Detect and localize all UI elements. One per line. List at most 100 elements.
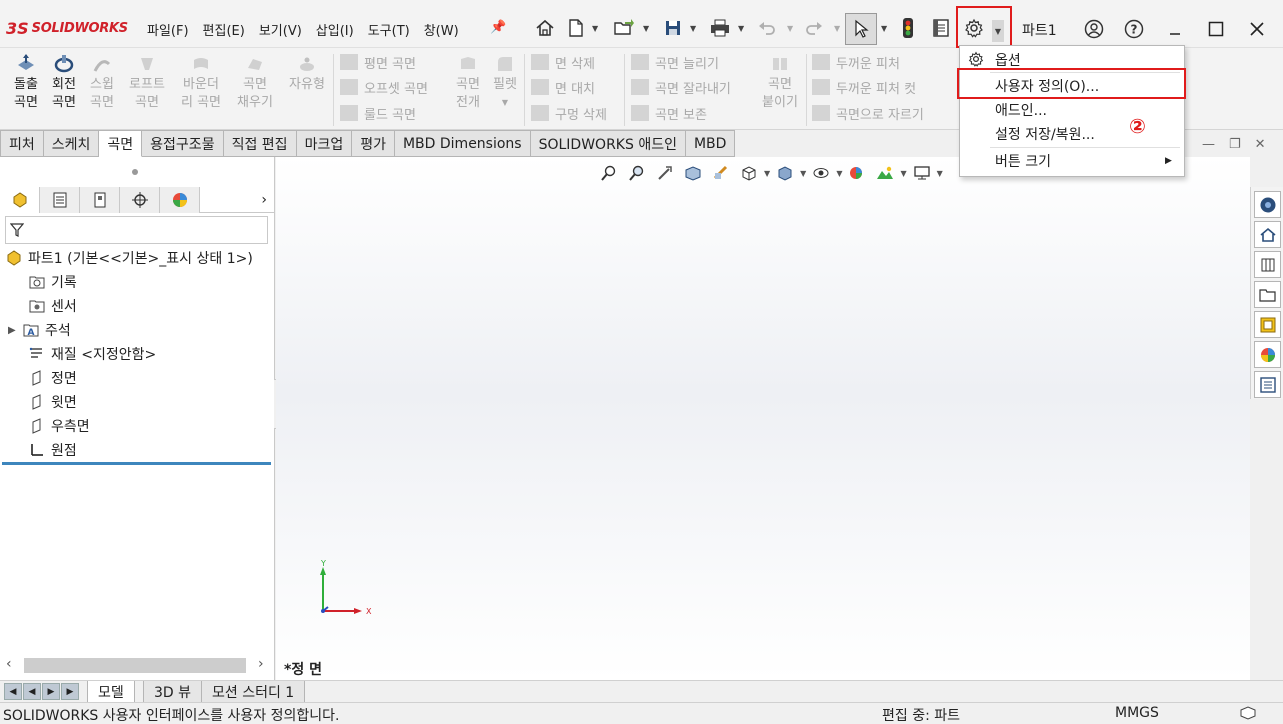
edit-appearance-icon[interactable] xyxy=(844,163,870,183)
undo-dropdown-icon[interactable]: ▼ xyxy=(787,24,793,33)
fillet-button[interactable]: 필렛 ▼ xyxy=(488,53,522,112)
status-units[interactable]: MMGS xyxy=(1115,705,1159,721)
menu-edit[interactable]: 편집(E) xyxy=(196,20,252,39)
tab-features[interactable]: 피처 xyxy=(0,130,44,157)
redo-icon[interactable] xyxy=(800,14,828,42)
rebuild-icon[interactable] xyxy=(894,14,922,42)
menu-view[interactable]: 보기(V) xyxy=(252,20,309,39)
tree-item-sensors[interactable]: 센서 xyxy=(28,295,77,317)
first-tab-icon[interactable]: ◀ xyxy=(4,683,22,700)
tab-model[interactable]: 모델 xyxy=(87,681,135,703)
panel-tabs-scroll-right-icon[interactable]: › xyxy=(200,187,275,212)
dynamic-annotation-icon[interactable] xyxy=(708,163,734,183)
menu-tools[interactable]: 도구(T) xyxy=(361,20,417,39)
new-doc-icon[interactable] xyxy=(562,14,590,42)
apply-scene-icon[interactable] xyxy=(872,163,898,183)
tab-evaluate[interactable]: 평가 xyxy=(352,130,395,157)
last-tab-icon[interactable]: ▶ xyxy=(61,683,79,700)
tab-solidworks-addins[interactable]: SOLIDWORKS 애드인 xyxy=(530,130,686,157)
planar-surface-button[interactable]: 평면 곡면 xyxy=(340,51,416,73)
tree-item-annotations[interactable]: ▶ A 주석 xyxy=(8,319,71,341)
design-library-icon[interactable] xyxy=(1254,251,1281,278)
expand-arrow-icon[interactable]: ▶ xyxy=(8,325,22,336)
untrim-surface-button[interactable]: 곡면 보존 xyxy=(631,102,707,124)
tab-sketch[interactable]: 스케치 xyxy=(43,130,100,157)
view-orientation-dropdown-icon[interactable]: ▼ xyxy=(764,169,770,178)
open-icon[interactable] xyxy=(610,14,638,42)
ruled-surface-button[interactable]: 룰드 곡면 xyxy=(340,102,416,124)
extend-surface-button[interactable]: 곡면 늘리기 xyxy=(631,51,719,73)
file-properties-icon[interactable] xyxy=(927,14,955,42)
hide-show-dropdown-icon[interactable]: ▼ xyxy=(836,169,842,178)
scroll-left-icon[interactable]: ‹ xyxy=(6,656,12,672)
tab-markup[interactable]: 마크업 xyxy=(296,130,353,157)
replace-face-button[interactable]: 면 대치 xyxy=(531,76,595,98)
zoom-to-fit-icon[interactable] xyxy=(596,163,622,183)
property-manager-tab-icon[interactable] xyxy=(40,187,80,213)
offset-surface-button[interactable]: 오프셋 곡면 xyxy=(340,76,428,98)
menu-file[interactable]: 파일(F) xyxy=(140,20,196,39)
save-dropdown-icon[interactable]: ▼ xyxy=(690,24,696,33)
knit-surface-button[interactable]: 곡면 붙이기 xyxy=(756,53,804,112)
dimxpert-tab-icon[interactable] xyxy=(120,187,160,213)
options-dropdown-icon[interactable]: ▼ xyxy=(992,20,1004,42)
menu-window[interactable]: 창(W) xyxy=(417,20,466,39)
tree-horizontal-scrollbar[interactable]: ‹ › xyxy=(0,655,275,675)
tab-3d-views[interactable]: 3D 뷰 xyxy=(143,681,203,703)
thickened-cut-button[interactable]: 두꺼운 피처 컷 xyxy=(812,76,916,98)
tab-surfaces[interactable]: 곡면 xyxy=(99,130,143,157)
view-settings-icon[interactable] xyxy=(909,163,935,183)
scroll-right-icon[interactable]: › xyxy=(258,656,264,672)
undo-icon[interactable] xyxy=(753,14,781,42)
select-icon[interactable] xyxy=(845,13,877,45)
thicken-button[interactable]: 두꺼운 피처 xyxy=(812,51,900,73)
previous-view-icon[interactable] xyxy=(652,163,678,183)
appearances-scenes-icon[interactable] xyxy=(1254,341,1281,368)
delete-hole-button[interactable]: 구멍 삭제 xyxy=(531,102,607,124)
options-gear-icon[interactable] xyxy=(960,14,988,42)
rollback-bar[interactable] xyxy=(2,462,271,465)
view-orientation-icon[interactable] xyxy=(736,163,762,183)
freeform-button[interactable]: 자유형 xyxy=(284,53,330,94)
tree-item-top-plane[interactable]: 윗면 xyxy=(28,391,77,413)
surface-flatten-button[interactable]: 곡면 전개 xyxy=(448,53,488,112)
loft-surface-button[interactable]: 로프트 곡면 xyxy=(124,53,170,112)
menu-item-addins[interactable]: 애드인... xyxy=(960,98,1184,122)
custom-properties-icon[interactable] xyxy=(1254,371,1281,398)
swept-surface-button[interactable]: 스윕 곡면 xyxy=(84,53,120,112)
tree-item-front-plane[interactable]: 정면 xyxy=(28,367,77,389)
tree-filter[interactable] xyxy=(5,216,268,244)
cut-with-surface-button[interactable]: 곡면으로 자르기 xyxy=(812,102,924,124)
tab-mbd[interactable]: MBD xyxy=(685,130,736,157)
solidworks-resources-icon[interactable] xyxy=(1254,191,1281,218)
display-style-dropdown-icon[interactable]: ▼ xyxy=(800,169,806,178)
menu-insert[interactable]: 삽입(I) xyxy=(309,20,361,39)
tab-mbd-dimensions[interactable]: MBD Dimensions xyxy=(394,130,531,157)
viewport-close-icon[interactable]: ✕ xyxy=(1255,137,1266,152)
open-dropdown-icon[interactable]: ▼ xyxy=(643,24,649,33)
tab-direct-editing[interactable]: 직접 편집 xyxy=(223,130,297,157)
configuration-manager-tab-icon[interactable] xyxy=(80,187,120,213)
tab-weldments[interactable]: 용접구조물 xyxy=(142,130,224,157)
maximize-button[interactable] xyxy=(1201,14,1231,44)
new-doc-dropdown-icon[interactable]: ▼ xyxy=(592,24,598,33)
menu-item-save-restore-settings[interactable]: 설정 저장/복원... xyxy=(960,122,1184,146)
boundary-surface-button[interactable]: 바운더 리 곡면 xyxy=(176,53,226,112)
task-pane-home-icon[interactable] xyxy=(1254,221,1281,248)
zoom-to-area-icon[interactable] xyxy=(624,163,650,183)
prev-tab-icon[interactable]: ◀ xyxy=(23,683,41,700)
view-palette-icon[interactable] xyxy=(1254,311,1281,338)
user-account-icon[interactable] xyxy=(1079,14,1109,44)
hide-show-items-icon[interactable] xyxy=(808,163,834,183)
extrude-surface-button[interactable]: 돌출 곡면 xyxy=(8,53,44,112)
revolve-surface-button[interactable]: 회전 곡면 xyxy=(46,53,82,112)
trim-surface-button[interactable]: 곡면 잘라내기 xyxy=(631,76,731,98)
home-icon[interactable] xyxy=(531,14,559,42)
close-button[interactable] xyxy=(1242,14,1272,44)
section-view-icon[interactable] xyxy=(680,163,706,183)
print-dropdown-icon[interactable]: ▼ xyxy=(738,24,744,33)
delete-face-button[interactable]: 면 삭제 xyxy=(531,51,595,73)
help-icon[interactable]: ? xyxy=(1119,14,1149,44)
status-tooltip-icon[interactable] xyxy=(1239,706,1257,724)
filled-surface-button[interactable]: 곡면 채우기 xyxy=(232,53,278,112)
